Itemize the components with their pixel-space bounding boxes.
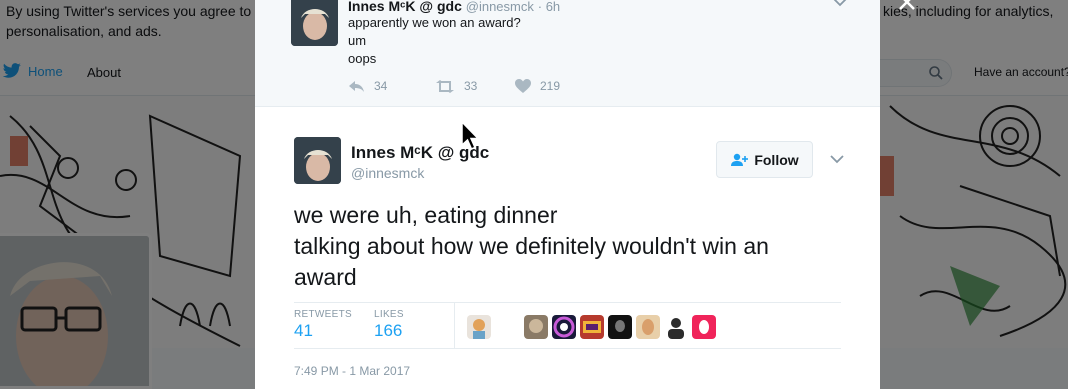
- heart-icon: [515, 79, 531, 93]
- liker-avatar[interactable]: [580, 315, 604, 339]
- reply-count: 34: [374, 79, 388, 93]
- avatar[interactable]: [291, 0, 338, 46]
- retweets-count: 41: [294, 321, 313, 340]
- chevron-down-icon[interactable]: [830, 154, 844, 164]
- liker-avatar[interactable]: [552, 315, 576, 339]
- tweet-text-line: um: [348, 33, 367, 48]
- ancestor-tweet[interactable]: Innes MᶜK @ gdc @innesmck · 6h apparentl…: [255, 0, 880, 107]
- likes-stat[interactable]: LIKES 166: [374, 309, 404, 341]
- liker-avatar[interactable]: [692, 315, 716, 339]
- tweet-text-line: apparently we won an award?: [348, 15, 521, 30]
- retweet-icon: [436, 79, 454, 93]
- avatar-image: [291, 0, 338, 46]
- liker-avatar[interactable]: [664, 315, 688, 339]
- avatar-image: [294, 137, 341, 184]
- liker-avatar[interactable]: [608, 315, 632, 339]
- tweet-text-line: award: [294, 264, 357, 290]
- user-handle[interactable]: @innesmck: [466, 0, 534, 14]
- mouse-cursor-icon: [461, 121, 480, 150]
- user-name[interactable]: Innes MᶜK @ gdc: [348, 0, 462, 14]
- tweet-timestamp[interactable]: 7:49 PM - 1 Mar 2017: [294, 364, 410, 378]
- stats-divider: [454, 303, 455, 349]
- liker-gap: [495, 315, 524, 339]
- retweet-button[interactable]: 33: [435, 79, 515, 93]
- close-icon[interactable]: [897, 0, 917, 12]
- tweet-actions: 34 33 219: [348, 79, 560, 93]
- follow-button[interactable]: Follow: [716, 141, 813, 178]
- chevron-down-icon[interactable]: [833, 0, 847, 7]
- user-handle[interactable]: @innesmck: [351, 165, 424, 181]
- liker-avatars: [467, 315, 720, 339]
- tweet-text-line: talking about how we definitely wouldn't…: [294, 233, 769, 259]
- tweet-text-line: oops: [348, 51, 377, 66]
- avatar[interactable]: [294, 137, 341, 184]
- retweet-count: 33: [464, 79, 478, 93]
- reply-icon: [349, 80, 364, 92]
- liker-avatar[interactable]: [636, 315, 660, 339]
- tweet-time[interactable]: · 6h: [538, 0, 560, 14]
- likes-count: 166: [374, 321, 403, 340]
- tweet-text: apparently we won an award? um oops: [348, 14, 521, 68]
- like-count: 219: [540, 79, 561, 93]
- ancestor-tweet-header[interactable]: Innes MᶜK @ gdc @innesmck · 6h: [348, 0, 560, 14]
- tweet-text: we were uh, eating dinner talking about …: [294, 200, 854, 293]
- retweets-stat[interactable]: RETWEETS 41: [294, 309, 352, 341]
- reply-button[interactable]: 34: [348, 79, 435, 93]
- likes-label: LIKES: [374, 309, 404, 320]
- liker-avatar[interactable]: [467, 315, 491, 339]
- tweet-modal: Innes MᶜK @ gdc @innesmck · 6h apparentl…: [255, 0, 880, 389]
- tweet-stats: RETWEETS 41 LIKES 166: [294, 302, 841, 349]
- follow-label: Follow: [754, 151, 799, 168]
- retweets-label: RETWEETS: [294, 309, 352, 320]
- tweet-text-line: we were uh, eating dinner: [294, 202, 558, 228]
- liker-avatar[interactable]: [524, 315, 548, 339]
- like-button[interactable]: 219: [515, 79, 560, 93]
- add-user-icon: [731, 153, 749, 166]
